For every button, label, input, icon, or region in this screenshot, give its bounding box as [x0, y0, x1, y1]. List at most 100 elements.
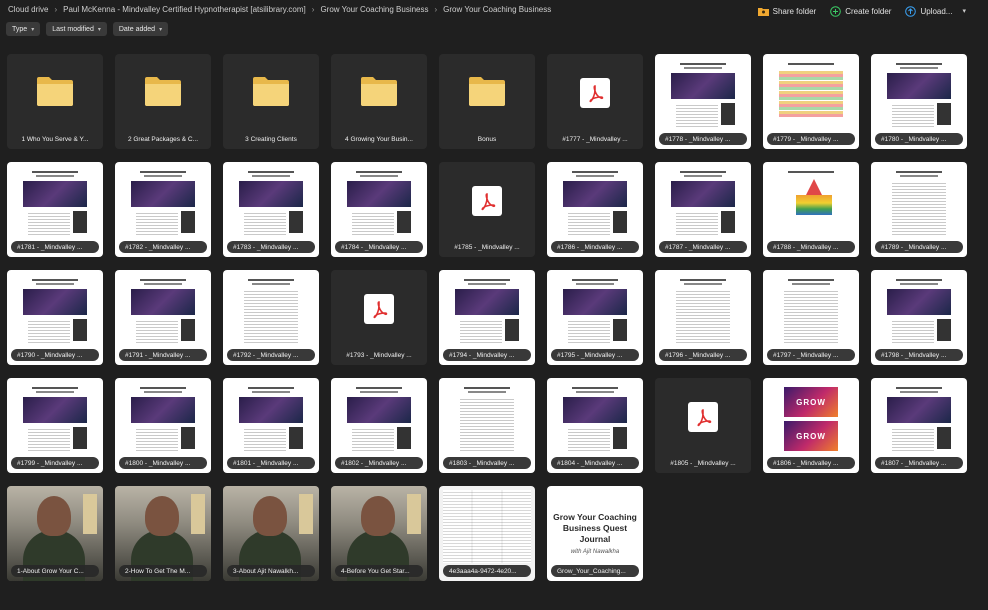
file-name-label: #1783 - _Mindvalley ... — [227, 241, 315, 253]
file-tile[interactable]: #1782 - _Mindvalley ... — [115, 162, 211, 257]
document-thumbnail — [125, 381, 201, 455]
file-tile[interactable]: #1787 - _Mindvalley ... — [655, 162, 751, 257]
file-name-label: #1778 - _Mindvalley ... — [659, 133, 747, 145]
upload-button[interactable]: Upload... ▾ — [905, 3, 966, 19]
breadcrumb-separator: › — [311, 5, 315, 14]
quest-journal-title: Grow Your Coaching Business Quest Journa… — [553, 512, 637, 544]
breadcrumb-item-section[interactable]: Grow Your Coaching Business — [320, 5, 428, 14]
breadcrumb-separator: › — [434, 5, 438, 14]
file-tile[interactable]: 1-About Grow Your C... — [7, 486, 103, 581]
document-thumbnail — [17, 165, 93, 239]
document-thumbnail — [881, 273, 957, 347]
document-thumbnail — [17, 381, 93, 455]
document-thumbnail — [773, 57, 849, 131]
filter-type-label: Type — [12, 25, 28, 33]
file-tile[interactable]: #1778 - _Mindvalley ... — [655, 54, 751, 149]
file-name-label: 4e3aaa4a-9472-4e20... — [443, 565, 531, 577]
file-tile[interactable]: #1801 - _Mindvalley ... — [223, 378, 319, 473]
file-name-label: #1802 - _Mindvalley ... — [335, 457, 423, 469]
file-tile[interactable]: #1804 - _Mindvalley ... — [547, 378, 643, 473]
create-folder-button[interactable]: Create folder — [830, 3, 891, 19]
file-tile[interactable]: #1789 - _Mindvalley ... — [871, 162, 967, 257]
pdf-icon — [688, 402, 718, 432]
file-tile[interactable]: #1791 - _Mindvalley ... — [115, 270, 211, 365]
folder-icon — [361, 76, 397, 106]
file-tile[interactable]: #1781 - _Mindvalley ... — [7, 162, 103, 257]
file-tile[interactable]: #1799 - _Mindvalley ... — [7, 378, 103, 473]
document-thumbnail — [449, 381, 525, 455]
file-name-label: #1791 - _Mindvalley ... — [119, 349, 207, 361]
file-tile[interactable]: #1777 - _Mindvalley ... — [547, 54, 643, 149]
folder-icon — [253, 76, 289, 106]
filter-date-added[interactable]: Date added ▾ — [112, 22, 169, 36]
folder-tile[interactable]: 1 Who You Serve & Y... — [7, 54, 103, 149]
file-tile[interactable]: #1802 - _Mindvalley ... — [331, 378, 427, 473]
file-tile[interactable]: #1785 - _Mindvalley ... — [439, 162, 535, 257]
document-thumbnail — [881, 57, 957, 131]
file-tile[interactable]: 4e3aaa4a-9472-4e20... — [439, 486, 535, 581]
filter-bar: Type ▾ Last modified ▾ Date added ▾ — [6, 22, 174, 36]
create-folder-label: Create folder — [845, 6, 892, 16]
file-tile[interactable]: #1797 - _Mindvalley ... — [763, 270, 859, 365]
file-tile[interactable]: #1798 - _Mindvalley ... — [871, 270, 967, 365]
file-tile[interactable]: GROW GROW #1806 - _Mindvalley ... — [763, 378, 859, 473]
file-tile[interactable]: #1794 - _Mindvalley ... — [439, 270, 535, 365]
file-tile[interactable]: 4-Before You Get Star... — [331, 486, 427, 581]
file-name-label: #1785 - _Mindvalley ... — [454, 243, 520, 251]
breadcrumb-item-current[interactable]: Grow Your Coaching Business — [443, 5, 551, 14]
filter-last-modified-label: Last modified — [52, 25, 94, 33]
pdf-icon — [580, 78, 610, 108]
folder-tile[interactable]: 3 Creating Clients — [223, 54, 319, 149]
file-name-label: #1782 - _Mindvalley ... — [119, 241, 207, 253]
chevron-down-icon: ▾ — [31, 26, 35, 33]
file-name-label: Bonus — [477, 135, 497, 143]
file-tile[interactable]: #1807 - _Mindvalley ... — [871, 378, 967, 473]
filter-type[interactable]: Type ▾ — [6, 22, 41, 36]
file-name-label: 1-About Grow Your C... — [11, 565, 99, 577]
folder-tile[interactable]: 2 Great Packages & C... — [115, 54, 211, 149]
share-folder-button[interactable]: Share folder — [757, 3, 816, 19]
document-thumbnail — [773, 273, 849, 347]
breadcrumb-item-course[interactable]: Paul McKenna - Mindvalley Certified Hypn… — [63, 5, 306, 14]
file-name-label: #1779 - _Mindvalley ... — [767, 133, 855, 145]
filter-last-modified[interactable]: Last modified ▾ — [46, 22, 107, 36]
folder-icon — [145, 76, 181, 106]
file-name-label: 2-How To Get The M... — [119, 565, 207, 577]
chevron-down-icon[interactable]: ▾ — [962, 7, 966, 15]
file-name-label: #1789 - _Mindvalley ... — [875, 241, 963, 253]
file-tile[interactable]: #1788 - _Mindvalley ... — [763, 162, 859, 257]
file-tile[interactable]: #1792 - _Mindvalley ... — [223, 270, 319, 365]
breadcrumb-item-cloud-drive[interactable]: Cloud drive — [8, 5, 48, 14]
file-tile[interactable]: #1800 - _Mindvalley ... — [115, 378, 211, 473]
file-tile[interactable]: #1793 - _Mindvalley ... — [331, 270, 427, 365]
chevron-down-icon: ▾ — [159, 26, 163, 33]
file-name-label: #1807 - _Mindvalley ... — [875, 457, 963, 469]
file-name-label: 4 Growing Your Busin... — [345, 135, 413, 143]
scanned-page-thumbnail — [443, 490, 531, 563]
file-name-label: #1800 - _Mindvalley ... — [119, 457, 207, 469]
file-name-label: 3 Creating Clients — [245, 135, 297, 143]
file-tile[interactable]: 2-How To Get The M... — [115, 486, 211, 581]
file-tile[interactable]: #1783 - _Mindvalley ... — [223, 162, 319, 257]
plus-circle-icon — [830, 5, 842, 17]
file-tile[interactable]: #1805 - _Mindvalley ... — [655, 378, 751, 473]
file-tile[interactable]: #1796 - _Mindvalley ... — [655, 270, 751, 365]
file-name-label: #1787 - _Mindvalley ... — [659, 241, 747, 253]
file-tile[interactable]: #1780 - _Mindvalley ... — [871, 54, 967, 149]
folder-tile[interactable]: Bonus — [439, 54, 535, 149]
document-thumbnail — [773, 165, 849, 239]
folder-icon — [37, 76, 73, 106]
file-tile[interactable]: #1790 - _Mindvalley ... — [7, 270, 103, 365]
file-tile[interactable]: #1795 - _Mindvalley ... — [547, 270, 643, 365]
pdf-icon — [364, 294, 394, 324]
file-tile[interactable]: #1803 - _Mindvalley ... — [439, 378, 535, 473]
document-thumbnail — [665, 57, 741, 131]
file-tile[interactable]: #1779 - _Mindvalley ... — [763, 54, 859, 149]
file-tile[interactable]: #1784 - _Mindvalley ... — [331, 162, 427, 257]
file-name-label: #1792 - _Mindvalley ... — [227, 349, 315, 361]
folder-tile[interactable]: 4 Growing Your Busin... — [331, 54, 427, 149]
file-tile[interactable]: 3-About Ajit Nawalkh... — [223, 486, 319, 581]
file-tile[interactable]: #1786 - _Mindvalley ... — [547, 162, 643, 257]
file-tile[interactable]: Grow Your Coaching Business Quest Journa… — [547, 486, 643, 581]
upload-label: Upload... — [920, 6, 953, 16]
